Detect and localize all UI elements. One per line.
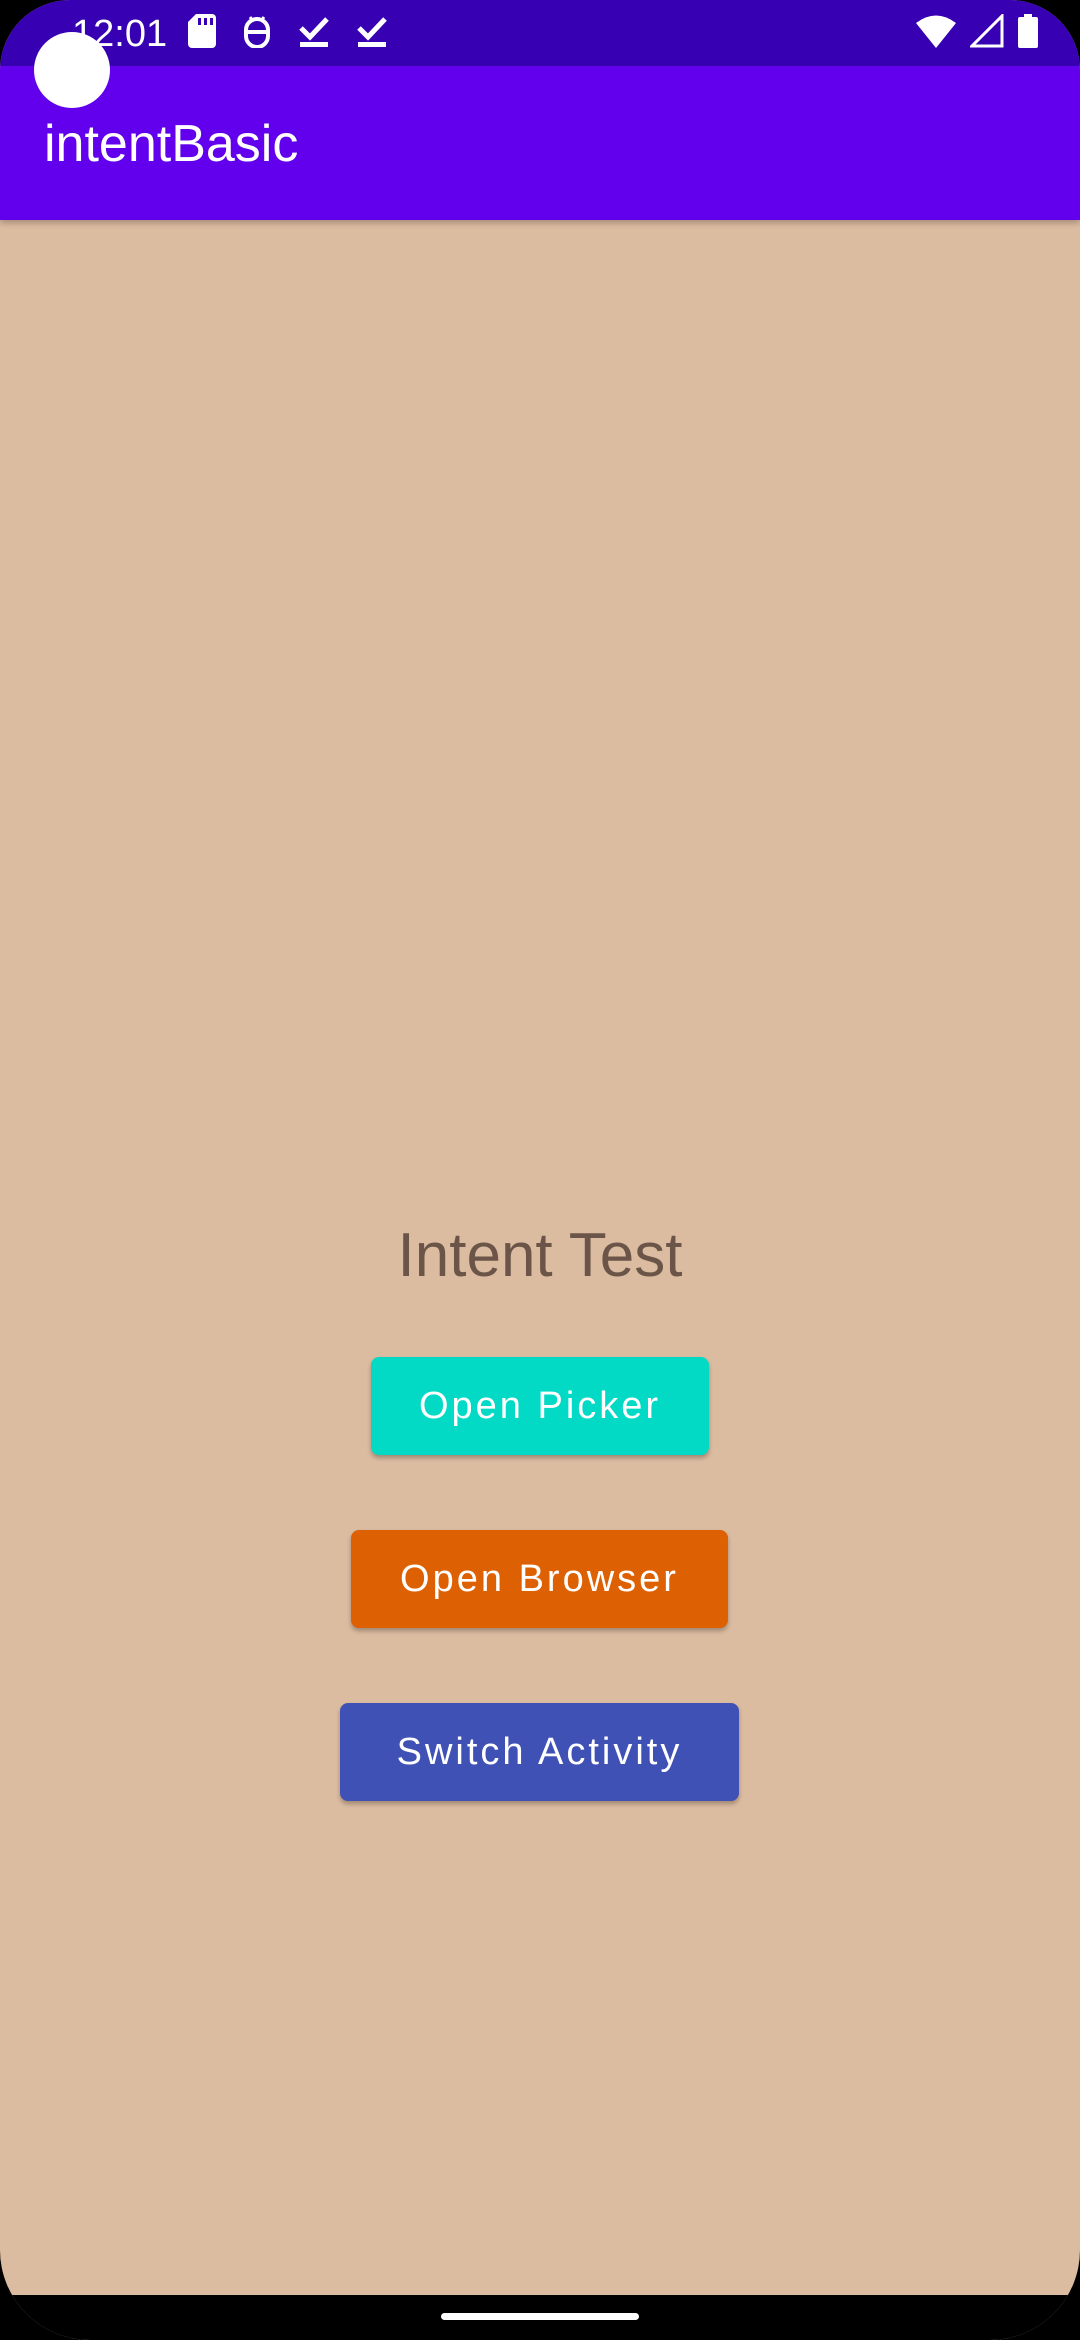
main-content: Intent Test Open Picker Open Browser Swi… xyxy=(0,220,1080,2295)
cell-signal-icon xyxy=(970,14,1004,48)
status-bar: 12:01 xyxy=(0,0,1080,66)
open-picker-button[interactable]: Open Picker xyxy=(371,1357,709,1455)
app-bar: intentBasic xyxy=(0,66,1080,220)
page-heading: Intent Test xyxy=(397,1221,683,1290)
switch-activity-button[interactable]: Switch Activity xyxy=(340,1703,739,1801)
device-screen: 12:01 intentBasic Intent Test Open Picke… xyxy=(0,0,1080,2340)
camera-cutout xyxy=(34,32,110,108)
sd-card-icon xyxy=(188,14,216,48)
android-debug-icon xyxy=(242,14,272,48)
navigation-bar xyxy=(0,2295,1080,2340)
home-gesture-handle[interactable] xyxy=(441,2313,639,2320)
open-browser-button[interactable]: Open Browser xyxy=(351,1530,728,1628)
app-title: intentBasic xyxy=(44,115,299,173)
status-icons-left xyxy=(188,14,388,48)
wifi-icon xyxy=(916,14,956,48)
download-done-icon xyxy=(356,14,388,48)
status-icons-right xyxy=(916,14,1038,48)
battery-icon xyxy=(1018,14,1038,48)
download-done-icon xyxy=(298,14,330,48)
